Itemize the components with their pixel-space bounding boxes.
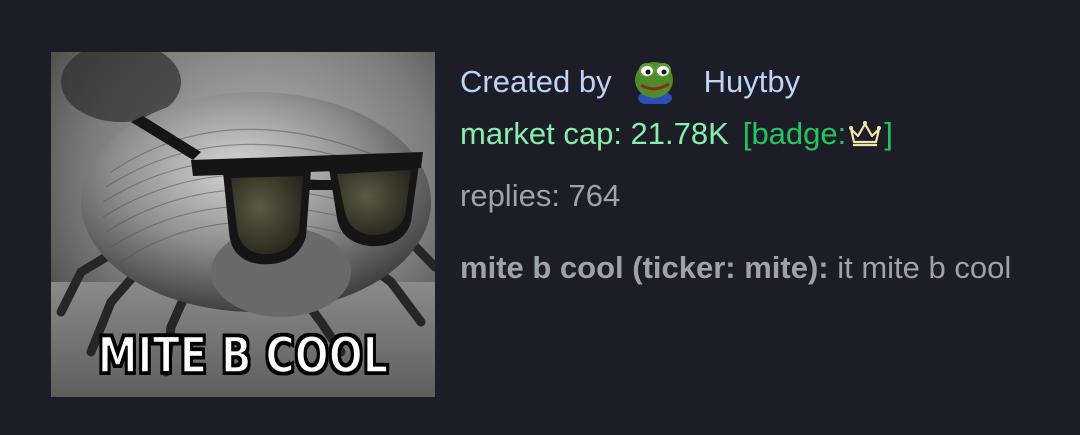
token-description: mite b cool (ticker: mite): it mite b co…	[460, 240, 1020, 296]
creator-name-link[interactable]: Huytby	[704, 64, 800, 100]
token-name-ticker: mite b cool (ticker: mite):	[460, 250, 829, 285]
created-by-label: Created by	[460, 64, 612, 99]
crown-icon	[848, 119, 882, 149]
image-caption: MITE B COOL	[97, 326, 390, 386]
replies-count: replies: 764	[460, 178, 621, 213]
badge-label: [badge:	[742, 116, 847, 151]
market-cap-value: market cap: 21.78K	[460, 116, 729, 151]
creator-row: Created by Huytby	[460, 58, 800, 106]
badge-close: ]	[884, 116, 893, 151]
token-image[interactable]: MITE B COOL	[51, 52, 435, 397]
description-text: it mite b cool	[837, 250, 1012, 285]
market-cap-row: market cap: 21.78K [badge: ]	[460, 116, 893, 152]
token-card[interactable]: MITE B COOL Created by Huytby market cap…	[51, 52, 1041, 398]
badge: [badge: ]	[743, 116, 893, 152]
pepe-frog-avatar-icon[interactable]	[632, 56, 678, 106]
